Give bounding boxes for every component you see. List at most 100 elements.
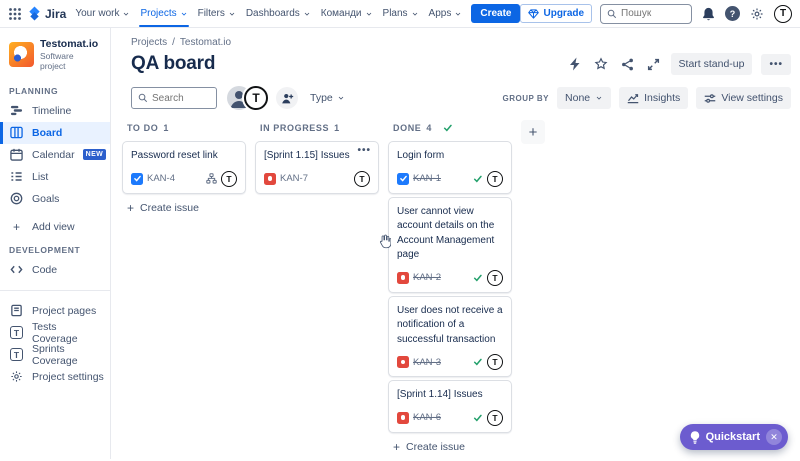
add-column-button[interactable]: + (521, 120, 545, 144)
quickstart-widget[interactable]: Quickstart ✕ (680, 424, 788, 450)
start-standup-button[interactable]: Start stand-up (671, 53, 753, 75)
user-t-avatar[interactable]: T (244, 86, 268, 110)
nav-plans[interactable]: Plans (378, 1, 424, 26)
project-name: Testomat.io (40, 38, 101, 51)
breadcrumb-projects[interactable]: Projects (131, 37, 167, 48)
user-avatar[interactable]: T (774, 5, 792, 23)
star-icon[interactable] (592, 55, 610, 73)
assignee-avatar[interactable]: T (354, 171, 370, 187)
sidebar-item-board[interactable]: Board (0, 122, 110, 144)
search-icon (138, 93, 148, 103)
sidebar-item-list[interactable]: List (0, 166, 110, 188)
sidebar-item-calendar[interactable]: Calendar NEW (0, 144, 110, 166)
card-kan-1[interactable]: Login form KAN-1 T (388, 141, 512, 194)
view-settings-button[interactable]: View settings (696, 87, 791, 109)
subtasks-icon (206, 173, 217, 184)
share-icon[interactable] (619, 56, 636, 73)
add-view-button[interactable]: + Add view (0, 216, 110, 238)
card-title: User does not receive a notification of … (397, 304, 503, 348)
nav-filters[interactable]: Filters (193, 1, 241, 26)
calendar-icon (9, 148, 24, 161)
sidebar-item-project-settings[interactable]: Project settings (0, 366, 110, 388)
jira-logo[interactable]: Jira (27, 6, 66, 21)
column-done-check-icon (443, 123, 453, 133)
help-icon[interactable]: ? (725, 6, 740, 21)
card-more-menu-icon[interactable]: ••• (357, 145, 371, 156)
project-switcher[interactable]: Testomat.io Software project (0, 38, 110, 71)
card-kan-3[interactable]: User does not receive a notification of … (388, 296, 512, 378)
group-by-dropdown[interactable]: None (557, 87, 611, 109)
insights-button[interactable]: Insights (619, 87, 688, 109)
global-search-input[interactable] (621, 8, 685, 19)
board-toolbar: T Type GROUP BY None Insights (131, 86, 791, 110)
type-filter-dropdown[interactable]: Type (310, 92, 345, 104)
nav-apps[interactable]: Apps (424, 1, 468, 26)
assignee-avatar[interactable]: T (487, 410, 503, 426)
app-switcher-icon[interactable] (6, 5, 24, 23)
card-kan-2[interactable]: User cannot view account details on the … (388, 197, 512, 293)
sidebar-item-sprints-coverage[interactable]: T Sprints Coverage (0, 344, 110, 366)
new-badge: NEW (83, 149, 107, 160)
create-issue-button-todo[interactable]: + Create issue (122, 194, 246, 222)
done-check-icon (473, 174, 483, 184)
column-in-progress-header: IN PROGRESS1 (255, 123, 379, 141)
project-type: Software project (40, 51, 101, 71)
code-icon (9, 263, 24, 276)
issue-key[interactable]: KAN-2 (413, 272, 441, 283)
jira-logo-icon (27, 6, 42, 21)
list-icon (9, 170, 24, 183)
tests-coverage-app-icon: T (9, 326, 24, 339)
nav-your-work[interactable]: Your work (70, 1, 135, 26)
create-button[interactable]: Create (471, 4, 520, 23)
settings-gear-icon[interactable] (748, 5, 766, 23)
add-people-button[interactable] (276, 87, 298, 109)
sidebar-item-code[interactable]: Code (0, 259, 110, 281)
quickstart-label: Quickstart (706, 431, 760, 443)
issue-key[interactable]: KAN-6 (413, 412, 441, 423)
issue-key[interactable]: KAN-7 (280, 173, 308, 184)
project-settings-gear-icon (9, 370, 24, 383)
issue-key[interactable]: KAN-4 (147, 173, 175, 184)
project-logo-icon (9, 42, 34, 67)
fullscreen-expand-icon[interactable] (645, 56, 662, 73)
nav-dashboards[interactable]: Dashboards (241, 1, 316, 26)
board-search[interactable] (131, 87, 217, 109)
card-title: User cannot view account details on the … (397, 205, 503, 263)
card-kan-4[interactable]: Password reset link KAN-4 T (122, 141, 246, 194)
bug-type-icon (397, 356, 409, 368)
create-issue-button-done[interactable]: + Create issue (388, 433, 512, 461)
assignee-avatar[interactable]: T (487, 354, 503, 370)
bug-type-icon (397, 272, 409, 284)
column-todo-header: TO DO1 (122, 123, 246, 141)
assignee-avatar[interactable]: T (221, 171, 237, 187)
assignee-avatar[interactable]: T (487, 171, 503, 187)
upgrade-button[interactable]: Upgrade (520, 4, 592, 23)
card-title: Login form (397, 149, 503, 164)
task-type-icon (131, 173, 143, 185)
card-title: [Sprint 1.15] Issues (264, 149, 370, 164)
automation-lightning-icon[interactable] (567, 55, 583, 73)
card-kan-7[interactable]: ••• [Sprint 1.15] Issues KAN-7 T (255, 141, 379, 194)
quickstart-close-icon[interactable]: ✕ (766, 429, 782, 445)
sidebar-item-timeline[interactable]: Timeline (0, 100, 110, 122)
sidebar-divider (0, 290, 110, 291)
page-title: QA board (131, 53, 215, 75)
issue-key[interactable]: KAN-1 (413, 173, 441, 184)
nav-teams[interactable]: Команди (316, 1, 378, 26)
notifications-bell-icon[interactable] (700, 5, 717, 23)
kanban-board: TO DO1 Password reset link KAN-4 T (122, 123, 791, 461)
assignee-avatar[interactable]: T (487, 270, 503, 286)
sidebar-item-tests-coverage[interactable]: T Tests Coverage (0, 322, 110, 344)
card-kan-6[interactable]: [Sprint 1.14] Issues KAN-6 T (388, 380, 512, 433)
plus-icon: + (127, 202, 134, 214)
issue-key[interactable]: KAN-3 (413, 357, 441, 368)
board-more-menu-button[interactable]: ••• (761, 54, 791, 75)
breadcrumb-current[interactable]: Testomat.io (180, 37, 231, 48)
sidebar-item-project-pages[interactable]: Project pages (0, 300, 110, 322)
development-section-label: DEVELOPMENT (0, 238, 110, 259)
global-search[interactable] (600, 4, 692, 24)
nav-projects[interactable]: Projects (135, 1, 192, 26)
board-search-input[interactable] (152, 93, 210, 104)
plus-icon: + (529, 125, 538, 140)
sidebar-item-goals[interactable]: Goals (0, 188, 110, 210)
